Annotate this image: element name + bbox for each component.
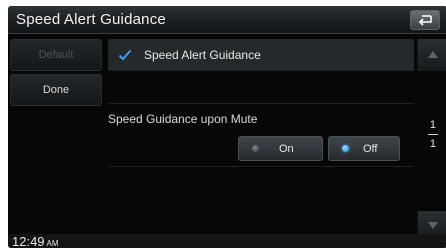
radio-indicator-icon <box>252 145 259 152</box>
scroll-up-button[interactable] <box>417 39 446 71</box>
default-button[interactable]: Default <box>10 39 102 71</box>
status-bar: 12:49 AM <box>8 234 446 248</box>
clock-time: 12:49 <box>12 234 45 248</box>
on-option-button[interactable]: On <box>238 136 323 161</box>
on-option-label: On <box>279 143 294 155</box>
done-button[interactable]: Done <box>10 74 102 106</box>
return-arrow-icon <box>418 15 432 26</box>
page-divider <box>428 134 438 135</box>
empty-list-row <box>108 72 414 104</box>
radio-selected-icon <box>342 145 349 152</box>
speed-guidance-upon-mute-row: Speed Guidance upon Mute On Off <box>108 105 414 167</box>
checkmark-icon <box>118 49 132 61</box>
page-title: Speed Alert Guidance <box>16 11 166 28</box>
page-current: 1 <box>429 119 436 131</box>
speed-alert-guidance-label: Speed Alert Guidance <box>144 48 261 62</box>
clock-ampm: AM <box>46 239 59 248</box>
title-bar: Speed Alert Guidance <box>8 6 446 34</box>
off-option-button[interactable]: Off <box>328 136 400 161</box>
speed-guidance-upon-mute-label: Speed Guidance upon Mute <box>108 112 258 126</box>
up-triangle-icon <box>428 51 438 58</box>
speed-alert-screen: Speed Alert Guidance Default Done Speed … <box>8 6 446 248</box>
clock: 12:49 AM <box>12 234 59 248</box>
off-option-label: Off <box>363 143 378 155</box>
page-total: 1 <box>429 138 436 150</box>
speed-alert-guidance-row[interactable]: Speed Alert Guidance <box>108 39 414 71</box>
back-button[interactable] <box>410 10 440 30</box>
down-triangle-icon <box>428 222 438 229</box>
